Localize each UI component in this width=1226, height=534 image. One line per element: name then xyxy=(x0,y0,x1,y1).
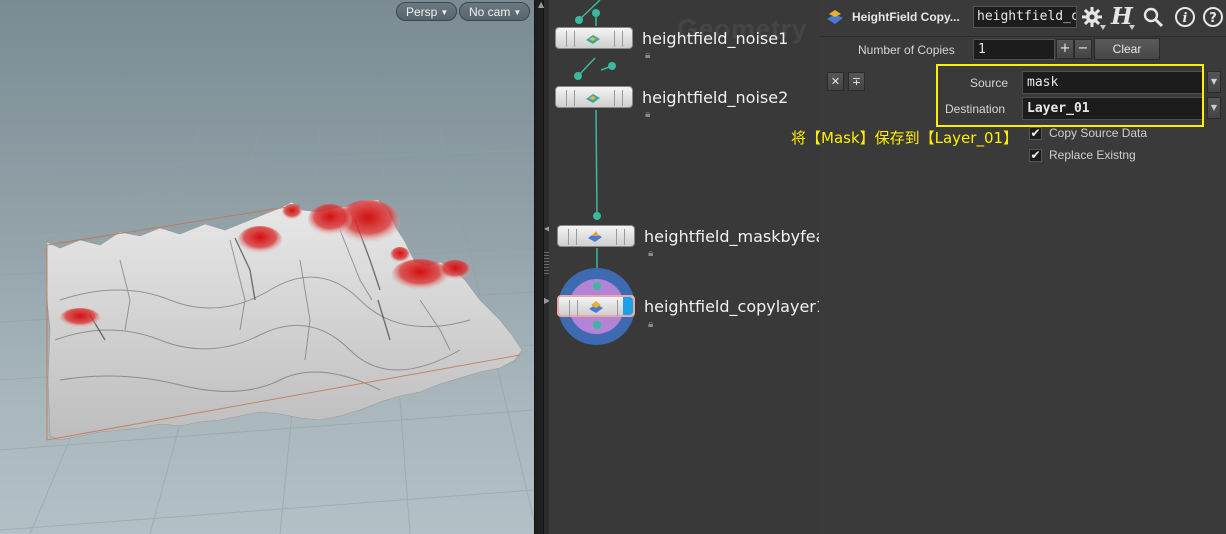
scene-viewport[interactable]: Persp ▼ No cam ▼ xyxy=(0,0,534,534)
lock-icon[interactable]: 🔒︎ xyxy=(645,51,655,61)
node-label[interactable]: heightfield_noise2 xyxy=(642,88,788,107)
collapse-up-icon[interactable]: ▲ xyxy=(538,0,544,9)
camera-select-menu[interactable]: No cam ▼ xyxy=(459,2,531,21)
output-connector[interactable] xyxy=(593,321,601,329)
chevron-down-icon[interactable] xyxy=(1129,25,1135,31)
svg-text:?: ? xyxy=(1209,11,1217,26)
destination-label: Destination xyxy=(945,102,1006,116)
input-connector[interactable] xyxy=(574,72,582,80)
copy-source-data-label: Copy Source Data xyxy=(1049,126,1148,140)
display-flag[interactable] xyxy=(623,297,633,315)
source-label: Source xyxy=(970,76,1009,90)
clear-button[interactable]: Clear xyxy=(1094,38,1160,60)
heightfield-noise-icon xyxy=(586,94,600,103)
remove-copy-button[interactable]: − xyxy=(1074,39,1092,59)
terrain-scene xyxy=(0,129,534,534)
input-connector[interactable] xyxy=(575,16,583,24)
help-icon[interactable]: ? xyxy=(1202,6,1224,28)
node-type-icon xyxy=(827,10,843,24)
node-tile[interactable] xyxy=(557,295,635,317)
network-editor[interactable]: Geometry heightfield_noise1 🔒︎ heightfie… xyxy=(549,0,819,534)
insert-instance-button[interactable]: ∓ xyxy=(848,72,865,91)
terrain-mesh xyxy=(45,199,523,441)
destination-menu-button[interactable]: ▼ xyxy=(1207,97,1221,119)
replace-existing-checkbox[interactable]: ✔ xyxy=(1029,149,1042,162)
chevron-down-icon[interactable] xyxy=(1100,25,1106,31)
destination-field[interactable]: Layer_01 xyxy=(1022,97,1203,120)
copy-source-data-checkbox[interactable]: ✔ xyxy=(1029,127,1042,140)
input-connector[interactable] xyxy=(593,282,601,290)
search-icon[interactable] xyxy=(1142,6,1164,28)
node-name-field[interactable]: heightfield_c xyxy=(973,6,1077,28)
lock-icon[interactable]: 🔒︎ xyxy=(648,249,658,259)
node-tile[interactable] xyxy=(555,27,633,49)
pane-splitter[interactable] xyxy=(534,0,544,534)
annotation-text: 将【Mask】保存到【Layer_01】 xyxy=(791,129,1019,147)
header-divider xyxy=(819,36,1226,37)
node-tile[interactable] xyxy=(557,225,635,247)
output-connector[interactable] xyxy=(592,9,600,17)
source-field[interactable]: mask xyxy=(1022,71,1203,94)
node-label[interactable]: heightfield_copylayer1 xyxy=(644,297,819,316)
node-tile[interactable] xyxy=(555,86,633,108)
output-connector[interactable] xyxy=(608,62,616,70)
parameter-header: HeightField Copy... heightfield_c H i ? xyxy=(819,0,1226,36)
node-wires xyxy=(577,0,613,272)
node-label[interactable]: heightfield_noise1 xyxy=(642,29,788,48)
replace-existing-label: Replace Existng xyxy=(1049,148,1136,162)
heightfield-noise-icon xyxy=(586,35,600,44)
delete-instance-button[interactable]: ✕ xyxy=(827,72,844,91)
info-icon[interactable]: i xyxy=(1174,6,1196,28)
input-connector[interactable] xyxy=(593,212,601,220)
camera-view-menu[interactable]: Persp ▼ xyxy=(396,2,458,21)
number-of-copies-label: Number of Copies xyxy=(858,43,955,57)
parameter-pane: HeightField Copy... heightfield_c H i ? … xyxy=(819,0,1226,534)
source-menu-button[interactable]: ▼ xyxy=(1207,71,1221,93)
heightfield-mask-icon xyxy=(588,231,602,242)
svg-text:i: i xyxy=(1183,11,1188,26)
lock-icon[interactable]: 🔒︎ xyxy=(645,110,655,120)
add-copy-button[interactable]: + xyxy=(1056,39,1074,59)
lock-icon[interactable]: 🔒︎ xyxy=(648,320,658,330)
node-label[interactable]: heightfield_maskbyfea xyxy=(644,227,819,246)
node-type-label: HeightField Copy... xyxy=(852,10,960,24)
number-of-copies-field[interactable]: 1 xyxy=(973,39,1055,60)
heightfield-copylayer-icon xyxy=(589,301,603,313)
